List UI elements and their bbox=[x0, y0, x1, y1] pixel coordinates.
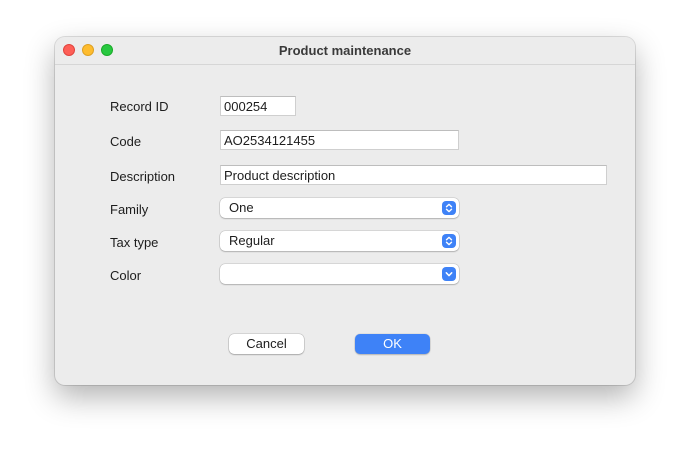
up-down-chevron-icon bbox=[442, 234, 456, 248]
description-label: Description bbox=[110, 169, 176, 184]
description-field[interactable] bbox=[220, 165, 607, 185]
code-label: Code bbox=[110, 134, 142, 149]
title-bar[interactable]: Product maintenance bbox=[55, 37, 635, 65]
family-select-value: One bbox=[229, 200, 254, 215]
code-field[interactable] bbox=[220, 130, 459, 150]
tax-type-select[interactable]: Regular bbox=[220, 231, 459, 251]
family-label: Family bbox=[110, 202, 149, 217]
cancel-button[interactable]: Cancel bbox=[229, 334, 304, 354]
tax-type-select-value: Regular bbox=[229, 233, 275, 248]
ok-button[interactable]: OK bbox=[355, 334, 430, 354]
window-title: Product maintenance bbox=[278, 43, 412, 58]
family-select[interactable]: One bbox=[220, 198, 459, 218]
up-down-chevron-icon bbox=[442, 201, 456, 215]
record-id-label: Record ID bbox=[110, 99, 169, 114]
color-select[interactable] bbox=[220, 264, 459, 284]
tax-type-label: Tax type bbox=[110, 235, 159, 250]
product-maintenance-window: Product maintenance Record ID Code Descr… bbox=[55, 37, 635, 385]
record-id-field[interactable] bbox=[220, 96, 296, 116]
chevron-down-icon bbox=[442, 267, 456, 281]
color-label: Color bbox=[110, 268, 142, 283]
